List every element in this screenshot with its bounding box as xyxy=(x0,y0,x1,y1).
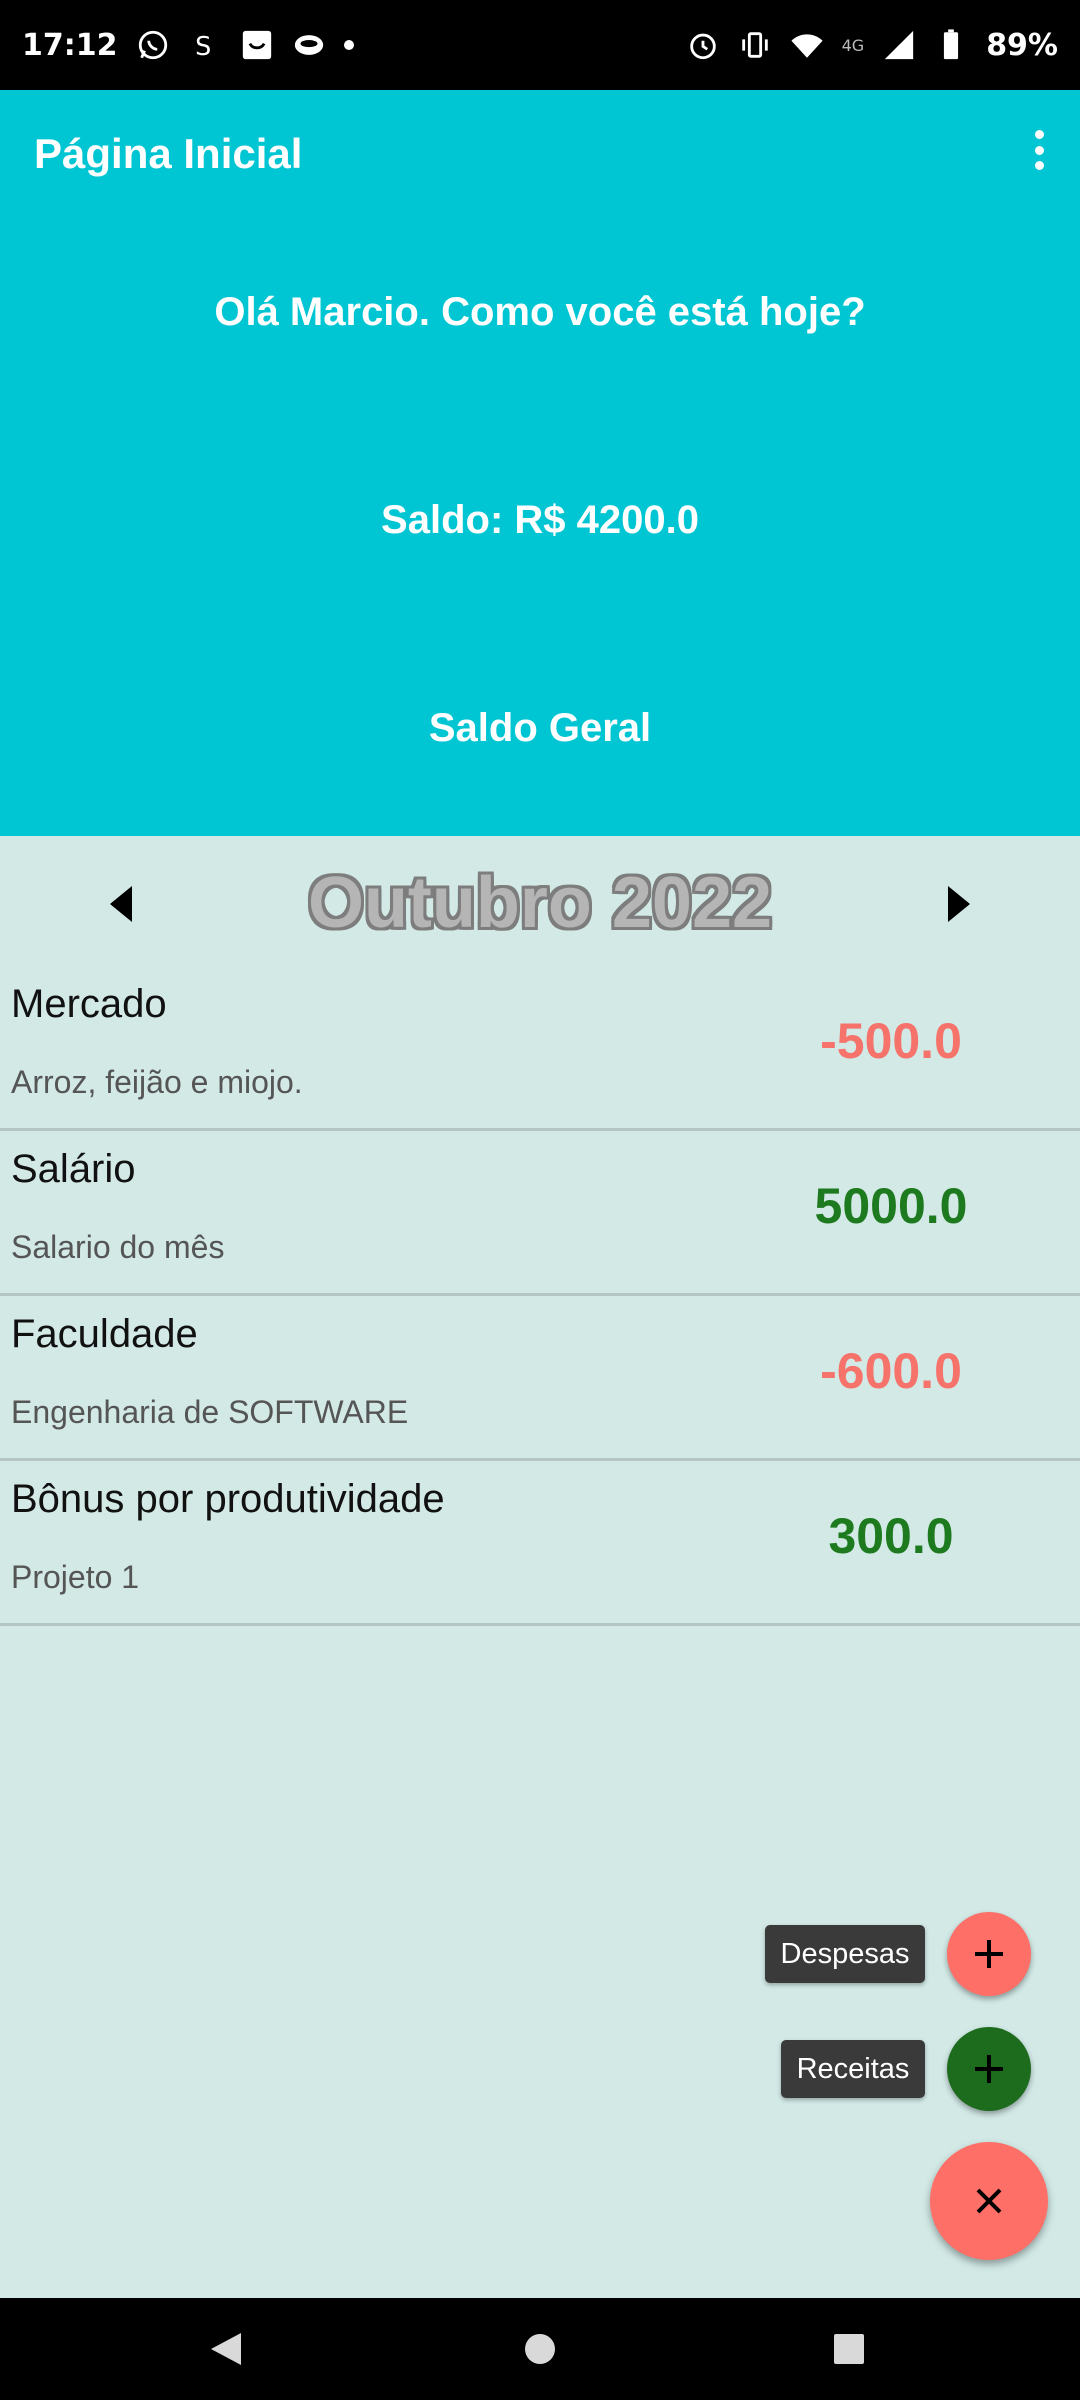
wifi-icon xyxy=(791,34,823,58)
add-expense-button[interactable] xyxy=(947,1912,1031,1996)
header: Página Inicial Olá Marcio. Como você est… xyxy=(0,90,1080,836)
transaction-description: Salario do mês xyxy=(11,1229,225,1265)
list-item[interactable]: Salário Salario do mês 5000.0 xyxy=(0,1131,1080,1296)
month-label: Outubro 2022 xyxy=(307,863,773,943)
arrow-right-icon[interactable] xyxy=(928,874,988,934)
home-icon[interactable] xyxy=(517,2326,563,2372)
battery-icon xyxy=(944,29,959,60)
income-label[interactable]: Receitas xyxy=(781,2040,925,2098)
transaction-title: Salário xyxy=(11,1147,136,1191)
transaction-amount: -600.0 xyxy=(820,1343,962,1399)
transaction-title: Faculdade xyxy=(11,1312,198,1356)
balance-mode-toggle[interactable]: Saldo Geral xyxy=(0,706,1080,751)
transaction-amount: 300.0 xyxy=(828,1508,954,1564)
more-vert-icon[interactable] xyxy=(1024,130,1054,170)
navigation-bar xyxy=(0,2298,1080,2400)
page-title: Página Inicial xyxy=(34,130,303,177)
status-time: 17:12 xyxy=(22,27,118,63)
sim-icon: S xyxy=(195,32,211,62)
app-icon xyxy=(294,35,323,55)
recents-icon[interactable] xyxy=(826,2326,872,2372)
network-type: 4G xyxy=(841,35,865,55)
shopping-icon xyxy=(242,30,271,60)
battery-level: 89% xyxy=(986,27,1058,63)
plus-icon xyxy=(975,1940,1003,1968)
add-income-button[interactable] xyxy=(947,2027,1031,2111)
whatsapp-icon xyxy=(138,30,167,60)
list-item[interactable]: Faculdade Engenharia de SOFTWARE -600.0 xyxy=(0,1296,1080,1461)
back-icon[interactable] xyxy=(204,2326,250,2372)
transaction-description: Engenharia de SOFTWARE xyxy=(11,1394,409,1430)
transaction-description: Projeto 1 xyxy=(11,1559,140,1595)
transaction-title: Mercado xyxy=(11,982,167,1026)
transaction-title: Bônus por produtividade xyxy=(11,1477,445,1521)
balance-text: Saldo: R$ 4200.0 xyxy=(381,498,699,542)
alarm-icon xyxy=(689,33,716,60)
transaction-description: Arroz, feijão e miojo. xyxy=(11,1064,303,1100)
expenses-label[interactable]: Despesas xyxy=(765,1925,925,1983)
month-selector: Outubro 2022 xyxy=(0,836,1080,966)
close-fab-button[interactable] xyxy=(930,2142,1048,2260)
svg-text:S: S xyxy=(195,32,211,62)
close-icon xyxy=(976,2188,1002,2214)
transaction-list: Mercado Arroz, feijão e miojo. -500.0 Sa… xyxy=(0,966,1080,1626)
status-bar: 17:12 S 4G 89% xyxy=(0,0,1080,90)
list-item[interactable]: Bônus por produtividade Projeto 1 300.0 xyxy=(0,1461,1080,1626)
plus-icon xyxy=(975,2055,1003,2083)
list-item[interactable]: Mercado Arroz, feijão e miojo. -500.0 xyxy=(0,966,1080,1131)
vibrate-icon xyxy=(741,32,768,58)
notification-dot xyxy=(343,40,354,50)
transaction-amount: -500.0 xyxy=(820,1013,962,1069)
transaction-amount: 5000.0 xyxy=(814,1178,968,1234)
greeting-text: Olá Marcio. Como você está hoje? xyxy=(214,290,866,334)
signal-icon xyxy=(885,30,914,60)
